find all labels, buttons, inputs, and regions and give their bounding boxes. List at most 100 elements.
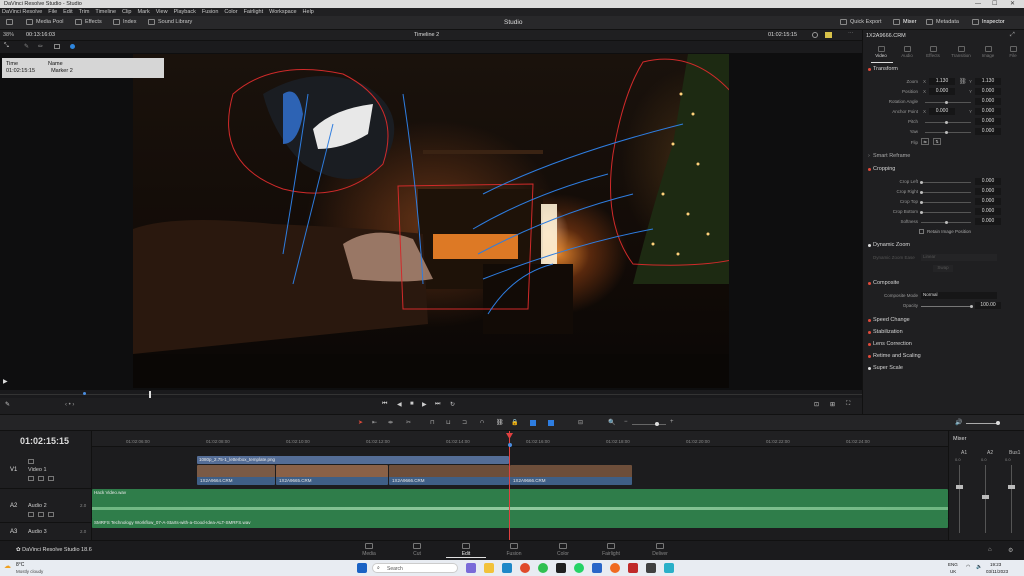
menu-item[interactable]: View [156, 8, 168, 16]
stabilization-enable-dot[interactable] [868, 331, 871, 334]
zoom-detail-icon[interactable]: 🔍 [608, 419, 615, 426]
crop-top-slider[interactable] [921, 202, 971, 203]
rotation-slider-knob[interactable] [945, 101, 948, 104]
firefox-icon[interactable] [610, 563, 620, 573]
timeline-playhead[interactable] [509, 431, 510, 540]
app-icon[interactable] [664, 563, 674, 573]
mixer-button[interactable]: Mixer [893, 19, 916, 25]
pen-tool-icon[interactable]: ✏ [38, 43, 43, 50]
pitch-slider[interactable] [925, 122, 971, 123]
insert-clip-icon[interactable]: ⊓ [430, 419, 435, 426]
smart-reframe-section-header[interactable]: › Smart Reframe [863, 153, 1024, 159]
zoom-y-field[interactable]: 1.130 [975, 78, 1001, 85]
zoom-dropdown[interactable]: 38% [3, 32, 14, 38]
softness-field[interactable]: 0.000 [975, 218, 1001, 225]
a2-lock-icon[interactable] [28, 512, 34, 517]
selection-tool-icon[interactable]: ➤ [358, 419, 363, 426]
anchor-y-field[interactable]: 0.000 [975, 108, 1001, 115]
composite-enable-dot[interactable] [868, 282, 871, 285]
yaw-field[interactable]: 0.000 [975, 128, 1001, 135]
go-to-start-icon[interactable]: ⏮ [382, 401, 387, 408]
crop-bottom-slider[interactable] [921, 212, 971, 213]
timeline-marker[interactable] [508, 443, 512, 447]
volume-slider[interactable] [966, 423, 998, 424]
marker-color-icon[interactable] [548, 420, 554, 426]
whatsapp-icon[interactable] [574, 563, 584, 573]
rotation-field[interactable]: 0.000 [975, 98, 1001, 105]
menu-item[interactable]: Color [224, 8, 237, 16]
opacity-slider[interactable] [921, 306, 971, 307]
timeline-area[interactable]: 01:02:06:00 01:02:08:00 01:02:10:00 01:0… [92, 431, 948, 540]
super-scale-section-header[interactable]: Super Scale [863, 365, 1024, 371]
video-clip[interactable]: 1X2A9666.CRM [389, 465, 509, 485]
v1-autoselect-icon[interactable] [38, 476, 44, 481]
video-clip[interactable]: 1X2A9666.CRM [510, 465, 632, 485]
page-color[interactable]: Color [543, 543, 583, 557]
speed-change-section-header[interactable]: Speed Change [863, 317, 1024, 323]
home-icon[interactable]: ⌂ [988, 547, 992, 553]
snapping-icon[interactable]: ∩ [480, 419, 484, 425]
position-x-field[interactable]: 0.000 [929, 88, 955, 95]
v2-lock-icon[interactable] [28, 459, 34, 464]
retime-scaling-section-header[interactable]: Retime and Scaling [863, 353, 1024, 359]
a2-mute-icon[interactable] [48, 512, 54, 517]
yaw-slider[interactable] [925, 132, 971, 133]
crop-top-knob[interactable] [920, 201, 923, 204]
mixer-ch2-fader[interactable] [982, 495, 989, 499]
play-reverse-icon[interactable]: ◀ [397, 401, 402, 408]
video-clip[interactable]: 1X2A9664.CRM [197, 465, 275, 485]
pitch-field[interactable]: 0.000 [975, 118, 1001, 125]
panel-toggle-icon[interactable] [6, 19, 13, 25]
lens-correction-section-header[interactable]: Lens Correction [863, 341, 1024, 347]
stabilization-section-header[interactable]: Stabilization [863, 329, 1024, 335]
loop-icon[interactable]: ↻ [450, 401, 455, 408]
menu-item[interactable]: Trim [79, 8, 90, 16]
minimize-icon[interactable]: — [975, 0, 981, 8]
blade-tool-icon[interactable]: ✂ [406, 419, 411, 426]
quick-export-button[interactable]: Quick Export [840, 19, 881, 25]
annotation-tool-icon[interactable]: ✎ [24, 43, 29, 50]
composite-section-header[interactable]: Composite [863, 280, 1024, 286]
cropping-section-header[interactable]: Cropping [863, 166, 1024, 172]
dynamic-trim-icon[interactable]: ⇹ [388, 419, 393, 426]
dynamic-zoom-ease-dropdown[interactable]: Linear [921, 254, 997, 261]
index-button[interactable]: Index [113, 19, 136, 25]
menu-item[interactable]: Workspace [269, 8, 296, 16]
transform-enable-dot[interactable] [868, 68, 871, 71]
menu-item[interactable]: Fusion [202, 8, 219, 16]
menu-item[interactable]: Edit [63, 8, 72, 16]
timeline-zoom-slider[interactable] [632, 424, 666, 425]
dynamic-zoom-enable-dot[interactable] [868, 244, 871, 247]
edge-icon[interactable] [502, 563, 512, 573]
match-frame-icon[interactable]: ⊡ [814, 401, 819, 408]
highlight-icon[interactable] [825, 32, 832, 38]
overwrite-clip-icon[interactable]: ⊔ [446, 419, 451, 426]
effects-button[interactable]: Effects [75, 19, 102, 25]
page-edit[interactable]: Edit [446, 543, 486, 558]
crop-left-field[interactable]: 0.000 [975, 178, 1001, 185]
page-media[interactable]: Media [349, 543, 389, 557]
page-deliver[interactable]: Deliver [640, 543, 680, 557]
menu-item[interactable]: Clip [122, 8, 131, 16]
page-fairlight[interactable]: Fairlight [591, 543, 631, 557]
transform-section-header[interactable]: Transform [863, 66, 1024, 72]
zoom-full-icon[interactable]: ⊟ [578, 419, 583, 426]
rotation-slider[interactable] [925, 102, 971, 103]
swap-button[interactable]: Swap [933, 265, 953, 272]
linked-selection-icon[interactable]: ⛓ [496, 419, 504, 426]
transform-tool-icon[interactable]: ⤡ [4, 43, 9, 50]
position-lock-icon[interactable]: 🔒 [511, 419, 518, 426]
retime-enable-dot[interactable] [868, 355, 871, 358]
volume-icon[interactable]: 🔊 [955, 419, 962, 426]
retain-image-checkbox[interactable] [919, 229, 924, 234]
tab-image[interactable]: Image [974, 46, 1002, 58]
link-icon[interactable]: ⛓ [959, 78, 967, 85]
crop-left-knob[interactable] [920, 181, 923, 184]
audio-clip[interactable]: SMRFS Technology Workflow_07-A-Starts-wi… [92, 518, 948, 528]
menu-item[interactable]: File [48, 8, 57, 16]
dynamic-zoom-section-header[interactable]: Dynamic Zoom [863, 242, 1024, 248]
flag-color-icon[interactable] [530, 420, 536, 426]
a2-solo-icon[interactable] [38, 512, 44, 517]
mixer-ch1-fader[interactable] [956, 485, 963, 489]
go-to-end-icon[interactable]: ⏭ [435, 401, 440, 408]
